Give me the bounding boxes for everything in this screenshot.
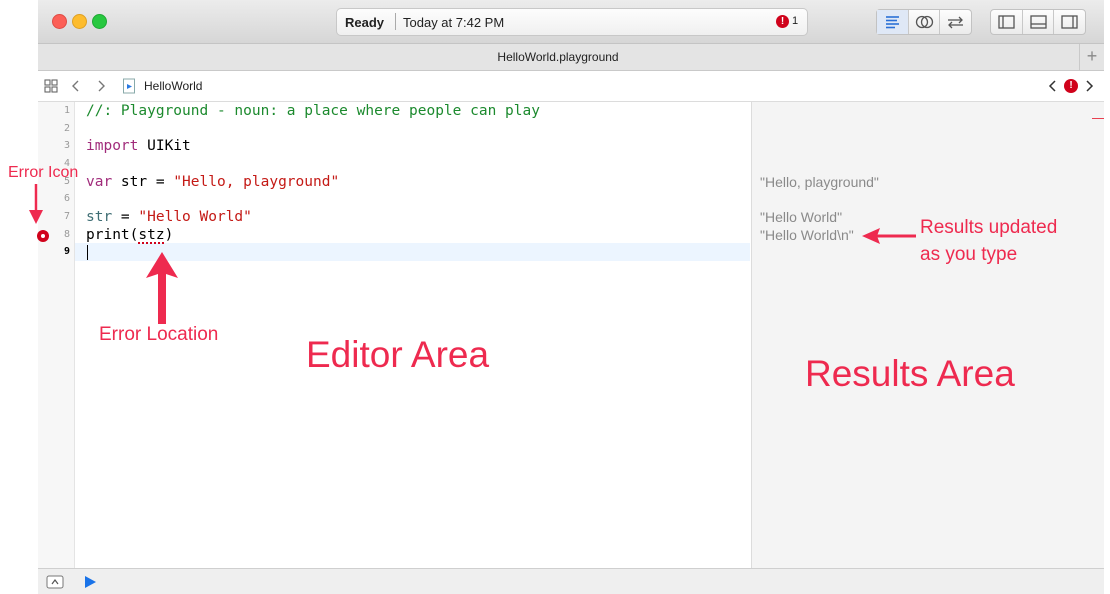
line-number-current: 9 (63, 246, 70, 257)
jumpbar-error-icon[interactable]: ! (1064, 79, 1078, 93)
new-tab-button[interactable]: + (1079, 44, 1104, 70)
keyword-var: var (86, 174, 113, 190)
minimize-window-button[interactable] (72, 14, 87, 29)
run-playground-icon[interactable] (83, 575, 97, 589)
error-icon-annotation: Error Icon (8, 164, 79, 181)
status-separator (395, 13, 396, 30)
editor-mode-segmented-control (876, 9, 972, 35)
annotation-arrow-icon (862, 228, 916, 244)
debug-area-toggle-button[interactable] (1022, 10, 1054, 34)
string-literal: "Hello, playground" (173, 174, 340, 190)
left-panel-icon (998, 15, 1015, 29)
keyword-import: import (86, 138, 139, 154)
xcode-window: Ready Today at 7:42 PM ! 1 HelloWorld.pl… (38, 0, 1104, 594)
line-number: 2 (63, 123, 70, 134)
forward-arrow-icon[interactable] (96, 79, 106, 93)
status-ready-label: Ready (345, 15, 385, 30)
print-call-close: ) (164, 227, 174, 243)
title-bar: Ready Today at 7:42 PM ! 1 (38, 0, 1104, 44)
jumpbar-file-name[interactable]: HelloWorld (144, 79, 202, 93)
status-time-label: Today at 7:42 PM (403, 15, 505, 30)
activity-status-bar: Ready Today at 7:42 PM ! 1 (336, 8, 808, 36)
back-arrow-icon[interactable] (71, 79, 81, 93)
debug-bar (38, 568, 1104, 594)
code-line-1: //: Playground - noun: a place where peo… (86, 103, 540, 119)
playground-file-icon (123, 78, 135, 94)
results-updated-annotation-line-1: Results updated (920, 217, 1058, 238)
module-name: UIKit (138, 138, 191, 154)
tab-title[interactable]: HelloWorld.playground (38, 50, 1078, 64)
assignment-text: str = (112, 174, 174, 190)
lines-icon (886, 16, 899, 29)
error-count: 1 (792, 15, 799, 27)
related-items-grid-icon[interactable] (44, 79, 58, 93)
zoom-window-button[interactable] (92, 14, 107, 29)
code-line-7: str = "Hello World" (86, 209, 252, 225)
result-value[interactable]: "Hello World" (760, 209, 842, 225)
jump-bar: HelloWorld ! (38, 71, 1104, 102)
line-number: 1 (63, 105, 70, 116)
variable-name: str (86, 209, 113, 225)
code-line-5: var str = "Hello, playground" (86, 174, 339, 190)
results-updated-annotation-line-2: as you type (920, 244, 1018, 265)
editor-area-label: Editor Area (306, 334, 490, 375)
line-number: 3 (63, 140, 70, 151)
standard-editor-button[interactable] (877, 10, 908, 34)
error-location-annotation: Error Location (99, 324, 219, 345)
error-badge-icon[interactable]: ! (776, 15, 789, 28)
bottom-panel-icon (1030, 15, 1047, 29)
hide-debug-area-icon[interactable] (46, 575, 64, 589)
navigator-toggle-button[interactable] (991, 10, 1022, 34)
close-window-button[interactable] (52, 14, 67, 29)
error-token[interactable]: stz (138, 227, 164, 243)
code-line-3: import UIKit (86, 138, 191, 154)
annotation-arrow-icon (29, 184, 43, 224)
interlocking-circles-icon (915, 15, 934, 29)
swap-arrows-icon (948, 16, 963, 29)
previous-issue-icon[interactable] (1048, 79, 1058, 93)
panel-toggle-segmented-control (990, 9, 1086, 35)
results-sidebar: "Hello, playground" "Hello World" "Hello… (751, 102, 1104, 568)
result-value[interactable]: "Hello, playground" (760, 174, 879, 190)
string-literal: "Hello World" (138, 209, 252, 225)
error-icon[interactable] (36, 229, 50, 243)
results-scroll-marker (1092, 118, 1104, 119)
assistant-editor-button[interactable] (908, 10, 940, 34)
annotation-arrow-icon (146, 252, 178, 324)
tab-bar: HelloWorld.playground + (38, 44, 1104, 71)
next-issue-icon[interactable] (1084, 79, 1094, 93)
result-value[interactable]: "Hello World\n" (760, 227, 854, 243)
code-line-8: print(stz) (86, 227, 173, 243)
right-panel-icon (1061, 15, 1078, 29)
version-editor-button[interactable] (939, 10, 971, 34)
results-area-label: Results Area (805, 353, 1015, 394)
print-call: print( (86, 227, 139, 243)
assignment-text: = (112, 209, 139, 225)
utilities-toggle-button[interactable] (1053, 10, 1085, 34)
